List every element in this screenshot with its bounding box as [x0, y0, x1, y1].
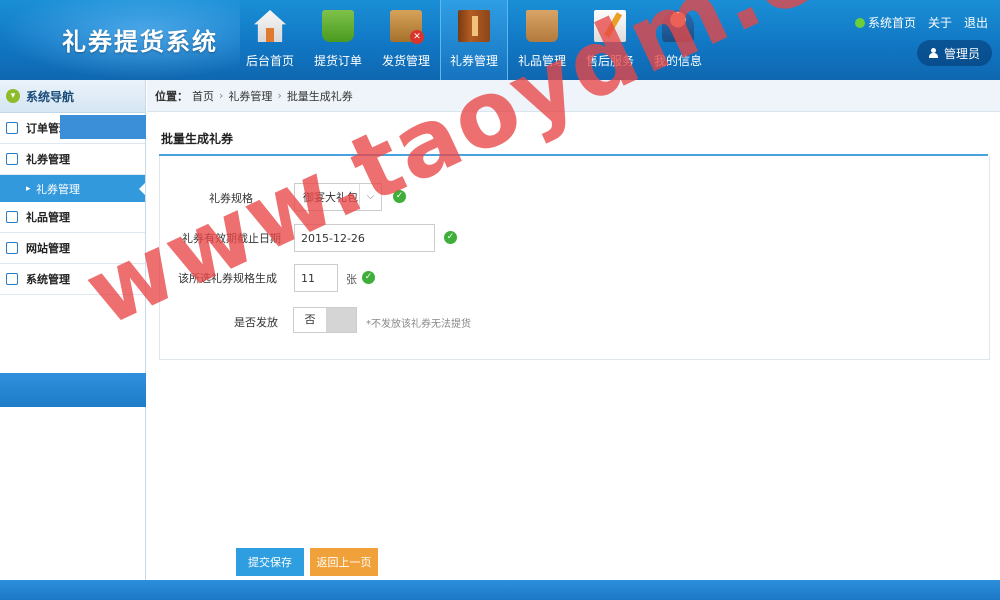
count-label: 该所选礼券规格生成 — [178, 272, 277, 285]
submit-save-button[interactable]: 提交保存 — [236, 548, 304, 576]
expiry-date-input[interactable]: 2015-12-26 — [294, 224, 435, 252]
sidebar-item-system[interactable]: 系统管理 — [0, 264, 145, 295]
nav-item-vouchers[interactable]: 礼券管理 — [440, 0, 508, 80]
edit-icon — [6, 242, 18, 254]
issue-toggle[interactable]: 否 — [293, 307, 357, 333]
system-home-link[interactable]: 系统首页 — [854, 14, 916, 31]
sidebar-header[interactable]: ▾ 系统导航 — [0, 80, 145, 113]
nav-item-shipping[interactable]: 发货管理 — [372, 0, 440, 80]
logout-link[interactable]: 退出 — [964, 14, 988, 31]
nav-item-my-info[interactable]: 我的信息 — [644, 0, 712, 80]
breadcrumb: 位置： 首页 › 礼券管理 › 批量生成礼券 — [147, 80, 1000, 112]
list-icon — [6, 211, 18, 223]
issue-label: 是否发放 — [234, 316, 278, 329]
footer-bar — [0, 580, 1000, 600]
nav-item-gifts[interactable]: 礼品管理 — [508, 0, 576, 80]
nav-label: 发货管理 — [381, 54, 430, 68]
main-content: 位置： 首页 › 礼券管理 › 批量生成礼券 批量生成礼券 礼券规格 御宴大礼包… — [147, 80, 1000, 580]
cart-icon — [322, 10, 354, 42]
home-dot-icon — [854, 18, 865, 28]
sidebar-item-website[interactable]: 网站管理 — [0, 233, 145, 264]
user-icon — [662, 10, 694, 42]
back-button[interactable]: 返回上一页 — [310, 548, 378, 576]
note-icon — [594, 10, 626, 42]
breadcrumb-home[interactable]: 首页 — [192, 88, 214, 104]
spec-select[interactable]: 御宴大礼包 ⌵ — [294, 183, 382, 211]
top-header: 礼券提货系统 后台首页 提货订单 发货管理 礼券管理 礼品管理 售后服务 我的信 — [0, 0, 1000, 80]
sidebar-item-label: 网站管理 — [26, 242, 70, 255]
spec-select-value: 御宴大礼包 — [303, 191, 358, 204]
sidebar-item-label: 系统管理 — [26, 273, 70, 286]
sidebar-subitem-label: 礼券管理 — [36, 182, 80, 196]
breadcrumb-vouchers[interactable]: 礼券管理 — [228, 88, 272, 104]
nav-label: 礼品管理 — [517, 54, 566, 68]
sidebar-header-label: 系统导航 — [26, 89, 75, 104]
spec-label: 礼券规格 — [209, 192, 253, 205]
admin-button[interactable]: 管理员 — [916, 40, 992, 66]
expiry-date-value: 2015-12-26 — [301, 231, 365, 245]
nav-label: 后台首页 — [245, 54, 294, 68]
breadcrumb-separator: › — [219, 89, 224, 102]
count-unit: 张 — [346, 273, 357, 286]
nav-label: 售后服务 — [585, 54, 634, 68]
sidebar-item-label: 礼品管理 — [26, 211, 70, 224]
sidebar-item-vouchers[interactable]: 礼券管理 — [0, 144, 145, 175]
top-nav: 后台首页 提货订单 发货管理 礼券管理 礼品管理 售后服务 我的信息 — [236, 0, 712, 80]
nav-label: 礼券管理 — [449, 54, 498, 68]
spec-valid-check-icon: ✓ — [393, 190, 406, 203]
chevron-down-icon: ⌵ — [359, 184, 381, 210]
calendar-icon — [6, 273, 18, 285]
top-links: 系统首页 关于 退出 — [843, 14, 988, 31]
sidebar-item-gifts[interactable]: 礼品管理 — [0, 202, 145, 233]
nav-item-home[interactable]: 后台首页 — [236, 0, 304, 80]
count-value: 11 — [301, 271, 315, 285]
sidebar: ▾ 系统导航 订单管理 礼券管理 礼券管理 礼品管理 网站管理 系统管理 — [0, 80, 146, 600]
app-title: 礼券提货系统 — [62, 28, 218, 56]
expiry-valid-check-icon: ✓ — [444, 231, 457, 244]
book-icon — [458, 10, 490, 42]
breadcrumb-prefix: 位置： — [155, 89, 188, 103]
nav-item-after-sales[interactable]: 售后服务 — [576, 0, 644, 80]
nav-label: 提货订单 — [313, 54, 362, 68]
section-title-tab[interactable]: 批量生成礼券 — [161, 130, 233, 153]
box-icon — [390, 10, 424, 44]
sidebar-band — [0, 373, 146, 407]
gift-bag-icon — [526, 10, 558, 42]
admin-label: 管理员 — [943, 46, 980, 61]
breadcrumb-separator: › — [277, 89, 282, 102]
chat-icon — [6, 122, 18, 134]
about-link[interactable]: 关于 — [928, 14, 952, 31]
count-valid-check-icon: ✓ — [362, 271, 375, 284]
edit-icon — [6, 153, 18, 165]
nav-label: 我的信息 — [653, 54, 702, 68]
sidebar-subitem-vouchers[interactable]: 礼券管理 — [0, 175, 145, 202]
issue-hint: *不发放该礼券无法提货 — [366, 319, 471, 330]
chevron-down-icon: ▾ — [6, 89, 20, 103]
count-input[interactable]: 11 — [294, 264, 338, 292]
expiry-label: 礼券有效期截止日期 — [182, 232, 281, 245]
home-icon — [254, 10, 286, 42]
sidebar-item-label: 礼券管理 — [26, 153, 70, 166]
sidebar-overlay-bar — [60, 115, 146, 139]
person-icon — [928, 48, 938, 58]
nav-item-orders[interactable]: 提货订单 — [304, 0, 372, 80]
toggle-knob — [326, 308, 356, 332]
issue-toggle-value: 否 — [294, 308, 326, 332]
breadcrumb-current: 批量生成礼券 — [286, 89, 353, 103]
